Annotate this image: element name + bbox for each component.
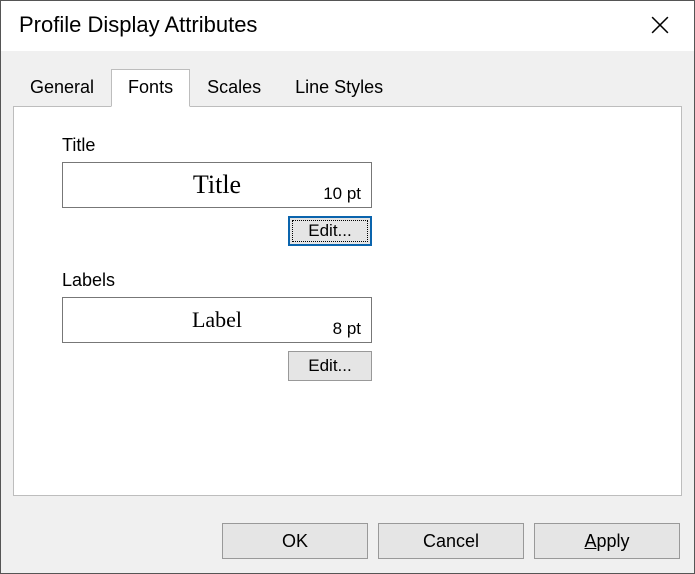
labels-preview-text: Label	[192, 307, 242, 333]
apply-button[interactable]: Apply	[534, 523, 680, 559]
labels-preview-size: 8 pt	[333, 319, 361, 339]
tab-page-fonts: Title Title 10 pt Edit... Labels Label 8…	[13, 106, 682, 496]
tab-fonts[interactable]: Fonts	[111, 69, 190, 107]
close-button[interactable]	[640, 9, 680, 41]
window-title: Profile Display Attributes	[19, 12, 257, 38]
titlebar: Profile Display Attributes	[1, 1, 694, 49]
ok-button[interactable]: OK	[222, 523, 368, 559]
dialog-button-row: OK Cancel Apply	[222, 523, 680, 559]
title-preview-size: 10 pt	[323, 184, 361, 204]
edit-labels-font-button[interactable]: Edit...	[288, 351, 372, 381]
title-preview-text: Title	[193, 170, 241, 200]
tab-general[interactable]: General	[13, 69, 111, 106]
tab-line-styles[interactable]: Line Styles	[278, 69, 400, 106]
labels-section-label: Labels	[62, 270, 645, 291]
dialog-client-area: General Fonts Scales Line Styles Title T…	[1, 51, 694, 573]
edit-title-font-button[interactable]: Edit...	[288, 216, 372, 246]
tab-strip: General Fonts Scales Line Styles	[13, 69, 682, 106]
tab-scales[interactable]: Scales	[190, 69, 278, 106]
labels-font-preview: Label 8 pt	[62, 297, 372, 343]
title-font-preview: Title 10 pt	[62, 162, 372, 208]
apply-rest: pply	[596, 531, 629, 551]
close-icon	[651, 16, 669, 34]
title-section-label: Title	[62, 135, 645, 156]
apply-mnemonic: A	[584, 531, 596, 551]
cancel-button[interactable]: Cancel	[378, 523, 524, 559]
